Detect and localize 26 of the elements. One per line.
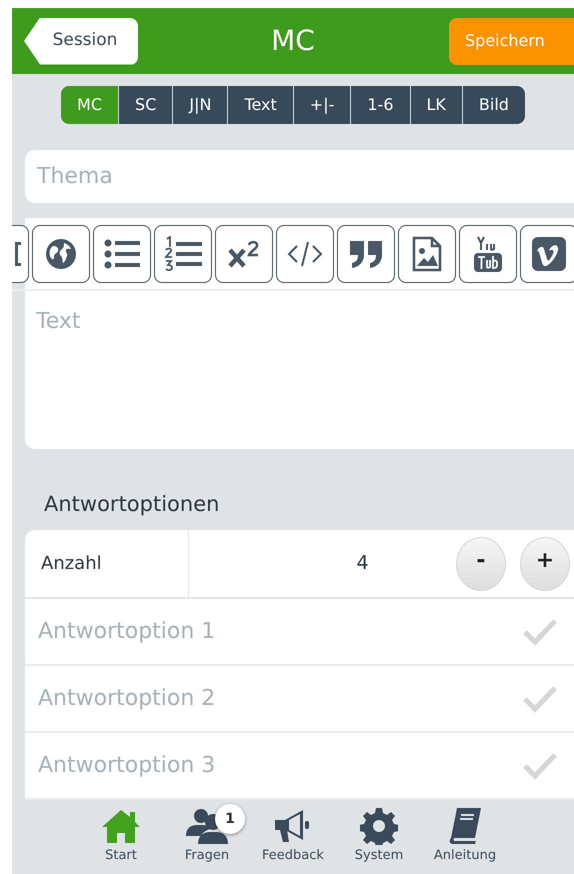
question-type-tab[interactable]: J|N [172, 86, 228, 124]
minus-button[interactable]: - [456, 536, 506, 590]
question-type-tab[interactable]: LK [410, 86, 462, 124]
question-type-tab[interactable]: MC [61, 86, 118, 124]
subject-field[interactable]: Thema [25, 150, 574, 202]
nav-item[interactable]: Feedback [254, 806, 332, 874]
question-type-tab[interactable]: +|- [292, 86, 350, 124]
count-value: 4 [355, 551, 370, 576]
answer-option-field[interactable]: Antwortoption 1 [36, 614, 522, 649]
question-type-tab[interactable]: 1-6 [350, 86, 410, 124]
section-heading: Antwortoptionen [44, 490, 220, 518]
plus-button[interactable]: + [520, 536, 570, 590]
answer-option-field[interactable]: Antwortoption 2 [36, 681, 522, 716]
question-type-tab[interactable]: Bild [462, 86, 525, 124]
count-label: Anzahl [25, 530, 189, 597]
page-title: MC [270, 23, 316, 59]
text-area[interactable]: Text [25, 290, 574, 448]
count-badge: 1 [215, 804, 245, 834]
back-button[interactable]: Session [24, 18, 138, 64]
nav-item[interactable]: Fragen 1 [168, 806, 246, 874]
question-type-tab[interactable]: SC [118, 86, 172, 124]
nav-item[interactable]: Anleitung [426, 806, 504, 874]
question-type-tab[interactable]: Text [227, 86, 293, 124]
answer-option-field[interactable]: Antwortoption 3 [36, 748, 522, 783]
nav-item[interactable]: Start [82, 806, 160, 874]
nav-item[interactable]: System [340, 806, 418, 874]
